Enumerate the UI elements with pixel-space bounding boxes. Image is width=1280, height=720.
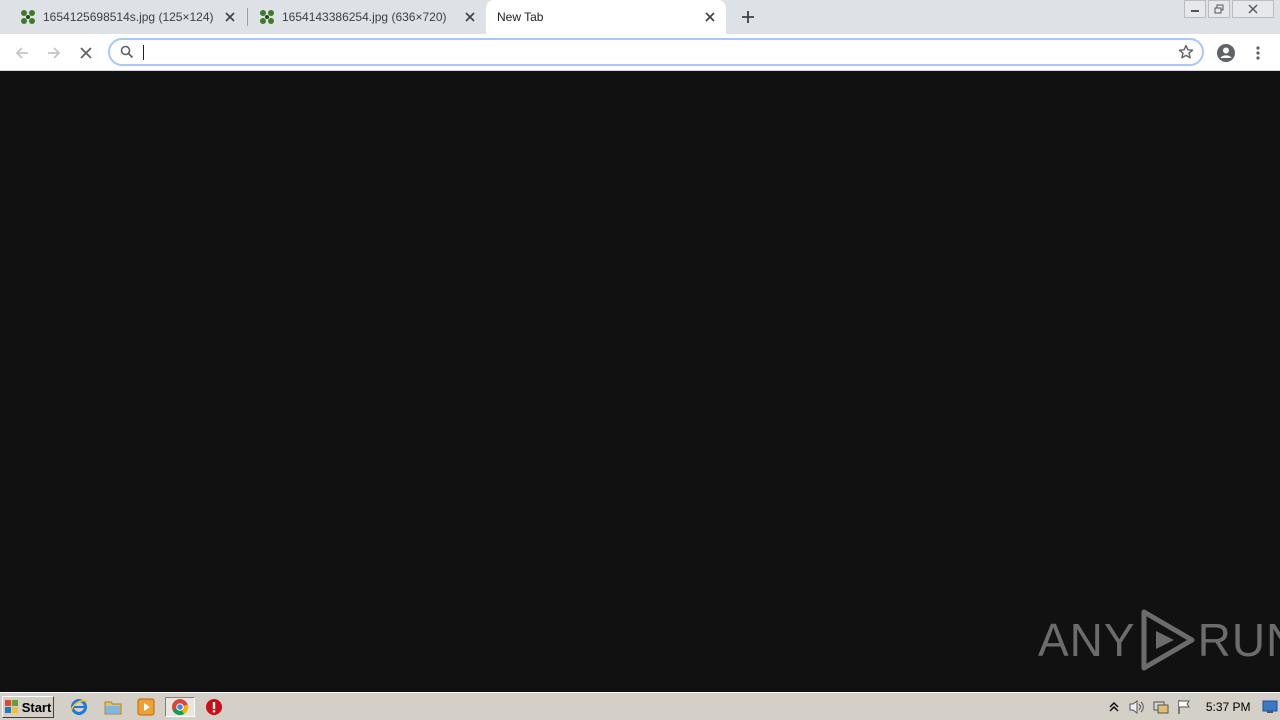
arrow-left-icon	[15, 47, 28, 59]
address-input[interactable]	[140, 42, 1160, 62]
tab-image-1[interactable]: 1654125698514s.jpg (125×124)	[0, 0, 246, 34]
new-tab-button[interactable]	[736, 5, 760, 29]
close-icon[interactable]	[462, 9, 478, 25]
internet-explorer-icon[interactable]	[68, 697, 90, 717]
action-center-flag-icon[interactable]	[1174, 697, 1193, 717]
arrow-right-icon	[48, 47, 61, 59]
account-circle-icon	[1217, 44, 1235, 62]
start-label: Start	[21, 699, 52, 715]
browser-toolbar	[0, 34, 1280, 71]
tab-image-2[interactable]: 1654143386254.jpg (636×720)	[239, 0, 486, 34]
tab-new-tab[interactable]: New Tab	[486, 0, 726, 34]
minimize-icon	[1191, 10, 1199, 12]
opera-icon[interactable]	[203, 697, 225, 717]
tab-title: 1654125698514s.jpg (125×124)	[43, 10, 214, 24]
minimize-button[interactable]	[1184, 0, 1206, 18]
stop-icon	[80, 47, 92, 59]
anyrun-watermark: ANY RUN	[1038, 608, 1280, 672]
file-explorer-icon[interactable]	[102, 697, 124, 717]
restore-button[interactable]	[1208, 0, 1230, 18]
system-tray: 5:37 PM	[1104, 696, 1280, 718]
address-bar[interactable]	[108, 38, 1204, 66]
volume-icon[interactable]	[1127, 697, 1146, 717]
profile-button[interactable]	[1213, 40, 1239, 66]
close-icon[interactable]	[222, 9, 238, 25]
close-window-button[interactable]	[1232, 0, 1274, 18]
play-logo-icon	[1141, 609, 1195, 671]
image-favicon-icon	[21, 10, 35, 24]
tab-title: New Tab	[497, 10, 544, 24]
image-favicon-icon	[260, 10, 274, 24]
show-desktop-icon[interactable]	[1261, 697, 1280, 717]
tab-title: 1654143386254.jpg (636×720)	[282, 10, 447, 24]
forward-button[interactable]	[41, 40, 67, 66]
plus-icon	[742, 11, 754, 23]
chrome-icon[interactable]	[165, 697, 195, 717]
taskbar-clock[interactable]: 5:37 PM	[1206, 700, 1251, 714]
close-icon[interactable]	[702, 9, 718, 25]
bookmark-star-icon[interactable]	[1178, 44, 1194, 60]
restore-icon	[1214, 4, 1224, 14]
more-vertical-icon	[1256, 46, 1260, 60]
windows-logo-icon	[4, 700, 18, 713]
menu-button[interactable]	[1245, 40, 1271, 66]
watermark-text-left: ANY	[1038, 614, 1136, 666]
start-button[interactable]: Start	[2, 696, 54, 718]
page-content	[0, 72, 1280, 692]
back-button[interactable]	[9, 40, 35, 66]
watermark-text-right: RUN	[1197, 614, 1280, 666]
close-icon	[1248, 4, 1258, 14]
stop-loading-button[interactable]	[73, 40, 99, 66]
search-icon	[120, 45, 134, 59]
tab-strip: 1654125698514s.jpg (125×124) 16541433862…	[0, 0, 1280, 34]
text-caret	[143, 45, 144, 60]
media-player-icon[interactable]	[135, 697, 157, 717]
network-icon[interactable]	[1151, 697, 1170, 717]
show-hidden-icons-icon[interactable]	[1104, 697, 1123, 717]
windows-taskbar: Start 5:37 PM	[0, 692, 1280, 720]
